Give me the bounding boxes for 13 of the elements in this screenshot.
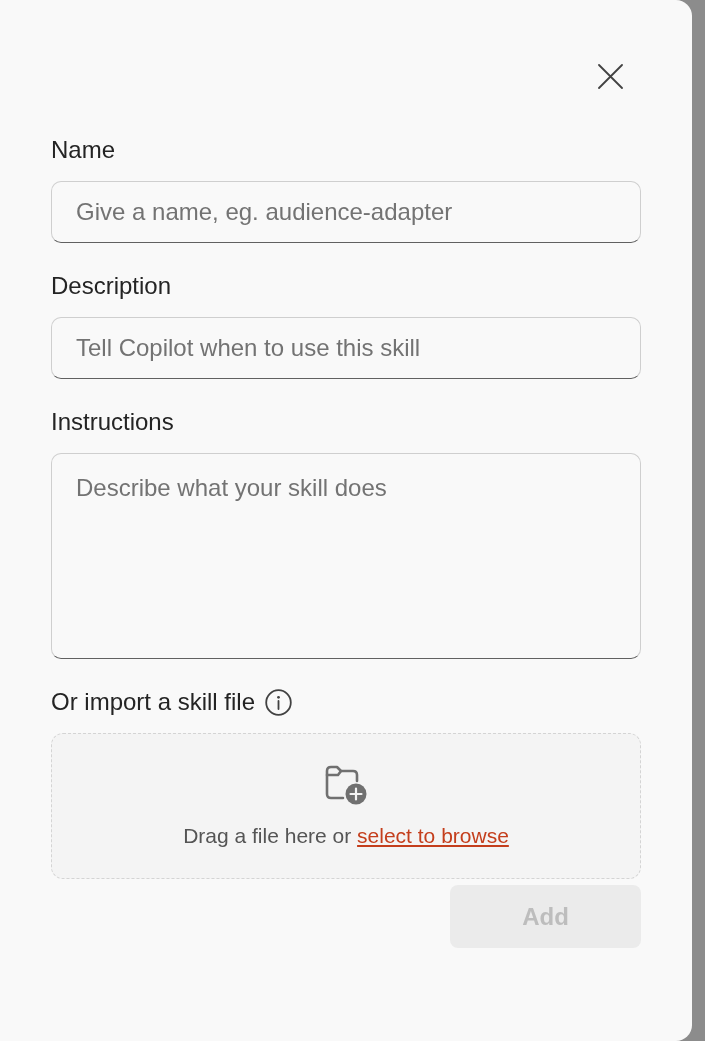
text-field[interactable]: Tell Copilot when to use this skill: [51, 317, 641, 379]
import-label: Or import a skill file: [51, 687, 256, 717]
text-area-field[interactable]: Describe what your skill does: [51, 453, 641, 659]
browse-link[interactable]: select to browse: [357, 824, 509, 847]
close-icon: [597, 63, 623, 89]
drop-zone-text: Drag a file here or select to browse: [183, 824, 509, 848]
folder-add-icon: [325, 764, 367, 805]
field-label: Instructions: [51, 407, 174, 437]
drop-zone[interactable]: Drag a file here or select to browse: [51, 733, 641, 879]
field-label: Description: [51, 271, 172, 301]
text-field[interactable]: Give a name, eg. audience-adapter: [51, 181, 641, 243]
field-label: Name: [51, 135, 116, 165]
info-icon[interactable]: [265, 688, 293, 716]
